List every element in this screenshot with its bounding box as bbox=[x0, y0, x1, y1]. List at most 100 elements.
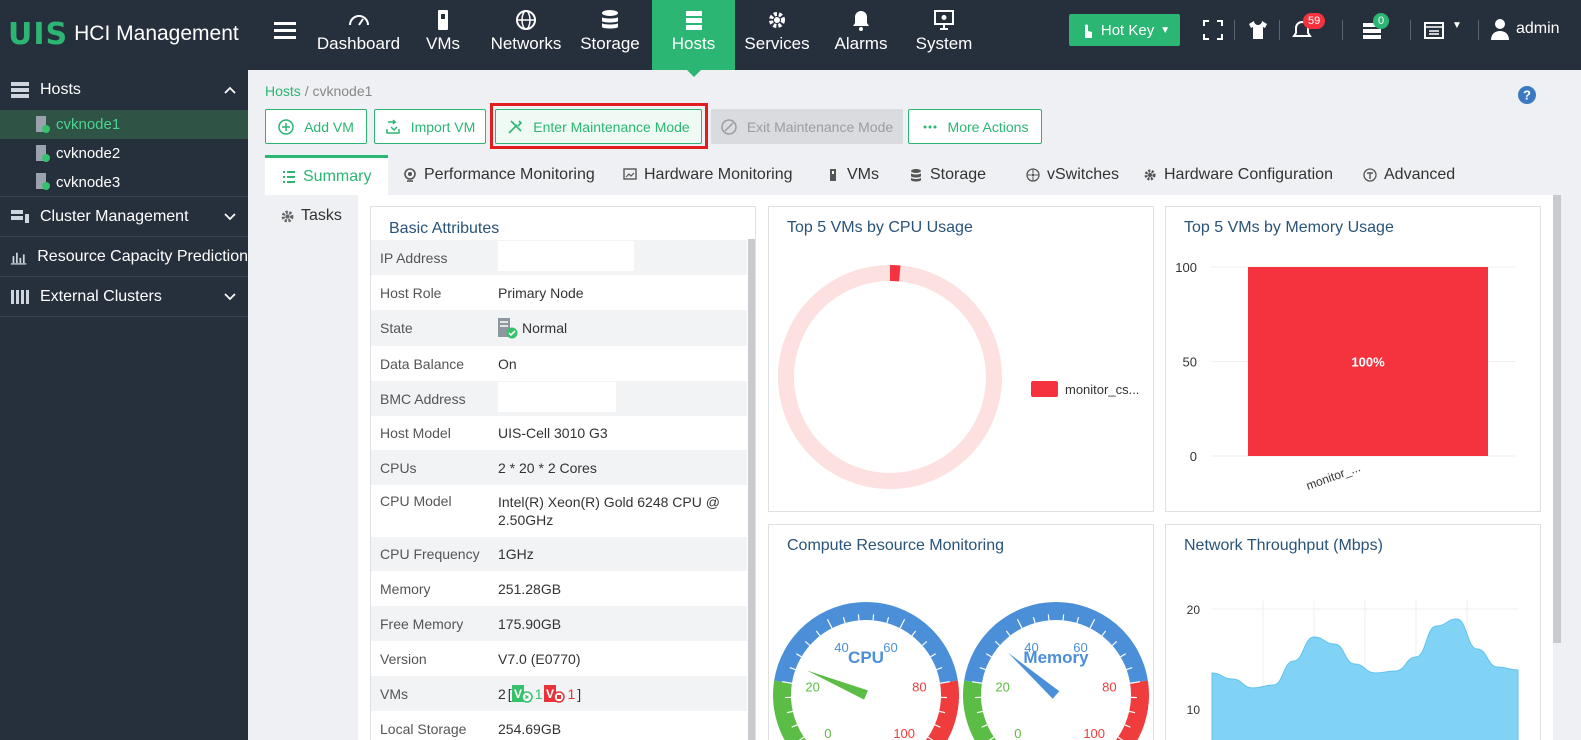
attr-row-local-storage: Local Storage 254.69GB bbox=[371, 711, 747, 740]
task-notifications[interactable]: 0 bbox=[1360, 13, 1390, 42]
menu-toggle-icon[interactable] bbox=[274, 22, 296, 40]
legend-label: monitor_cs... bbox=[1065, 382, 1139, 397]
hot-key-label: Hot Key bbox=[1100, 21, 1155, 39]
cluster-icon bbox=[11, 209, 29, 223]
tab-storage[interactable]: Storage bbox=[909, 155, 986, 195]
nav-vms[interactable]: VMs bbox=[418, 0, 468, 70]
tab-summary[interactable]: Summary bbox=[265, 155, 389, 195]
nav-label: Services bbox=[744, 34, 810, 53]
nav-label: Storage bbox=[580, 34, 640, 53]
tab-label: VMs bbox=[847, 166, 879, 183]
hardware-monitor-icon bbox=[623, 168, 637, 180]
sidebar-section-hosts[interactable]: Hosts bbox=[0, 70, 248, 110]
add-vm-button[interactable]: Add VM bbox=[265, 109, 367, 144]
nav-system[interactable]: System bbox=[913, 0, 975, 70]
attr-key: Data Balance bbox=[380, 355, 465, 372]
attr-value: Primary Node bbox=[498, 284, 584, 301]
main-scrollbar[interactable] bbox=[1553, 195, 1561, 643]
nav-hosts[interactable]: Hosts bbox=[652, 0, 735, 77]
username: admin bbox=[1516, 20, 1560, 37]
gauge-band-mid bbox=[774, 602, 958, 684]
attr-row-cpu-model: CPU Model Intel(R) Xeon(R) Gold 6248 CPU… bbox=[371, 485, 747, 537]
breadcrumb-hosts-link[interactable]: Hosts bbox=[265, 83, 301, 99]
nav-alarms[interactable]: Alarms bbox=[830, 0, 892, 70]
user-menu[interactable]: admin bbox=[1490, 18, 1560, 40]
gauge-tick bbox=[857, 614, 860, 621]
nav-label: VMs bbox=[426, 34, 460, 53]
tab-performance-monitoring[interactable]: Performance Monitoring bbox=[403, 155, 595, 195]
sidebar-host-cvknode3[interactable]: cvknode3 bbox=[0, 168, 248, 197]
caret-down-icon: ▼ bbox=[1452, 20, 1462, 31]
tab-label: Summary bbox=[303, 167, 372, 185]
touch-icon bbox=[1084, 24, 1092, 38]
sidebar-host-label: cvknode2 bbox=[56, 145, 121, 162]
top5-cpu-panel: Top 5 VMs by CPU Usage monitor_cs... bbox=[768, 206, 1154, 512]
sidebar-host-cvknode2[interactable]: cvknode2 bbox=[0, 139, 248, 168]
main-content: Hosts / cvknode1 ? Add VM Import VM Ente… bbox=[248, 70, 1581, 740]
tab-hardware-configuration[interactable]: Hardware Configuration bbox=[1143, 155, 1333, 195]
attr-value: 251.28GB bbox=[498, 580, 562, 597]
y-tick-label: 10 bbox=[1187, 703, 1201, 717]
y-tick-label: 100 bbox=[1175, 260, 1197, 275]
help-icon[interactable]: ? bbox=[1518, 86, 1536, 104]
sidebar: Hosts cvknode1 cvknode2 cvknode3 Cluster… bbox=[0, 70, 248, 740]
gauge-band-low bbox=[773, 680, 807, 740]
attributes-scrollbar[interactable] bbox=[748, 239, 755, 740]
gauge-tick-label: 0 bbox=[1014, 726, 1021, 740]
legend-swatch bbox=[1031, 381, 1058, 397]
nav-networks[interactable]: Networks bbox=[487, 0, 565, 70]
attr-row-state: State Normal bbox=[371, 310, 747, 346]
tab-hardware-monitoring[interactable]: Hardware Monitoring bbox=[623, 155, 793, 195]
database-icon bbox=[602, 10, 618, 29]
attr-value: Intel(R) Xeon(R) Gold 6248 CPU @ 2.50GHz bbox=[498, 494, 720, 528]
memory-gauge: 02040 6080100Memory bbox=[963, 602, 1149, 740]
nav-storage[interactable]: Storage bbox=[576, 0, 644, 70]
chevron-down-icon bbox=[224, 213, 236, 221]
performance-icon bbox=[404, 168, 416, 182]
nav-label: Dashboard bbox=[316, 34, 401, 53]
more-actions-label: More Actions bbox=[947, 118, 1029, 135]
tab-advanced[interactable]: Advanced bbox=[1363, 155, 1455, 195]
more-actions-button[interactable]: More Actions bbox=[908, 109, 1042, 144]
nav-services[interactable]: Services bbox=[742, 0, 812, 70]
exit-maintenance-mode-button[interactable]: Exit Maintenance Mode bbox=[711, 109, 903, 144]
logo-brand: UIS bbox=[8, 16, 69, 52]
attr-value-bmc-address bbox=[498, 381, 738, 416]
toolbar-separator bbox=[1410, 20, 1411, 40]
gauge-band-high bbox=[925, 680, 959, 740]
layout-menu[interactable]: ▼ bbox=[1422, 18, 1466, 42]
more-dots-icon bbox=[923, 125, 937, 128]
attr-value-vms: 2 [ V 1 V 1 ] bbox=[498, 684, 738, 703]
nav-label: Networks bbox=[490, 34, 562, 53]
sidebar-host-cvknode1[interactable]: cvknode1 bbox=[0, 110, 248, 139]
tab-label: Storage bbox=[930, 166, 987, 183]
attr-key: Host Role bbox=[380, 284, 442, 301]
breadcrumb-current: cvknode1 bbox=[312, 83, 373, 99]
tab-vswitches[interactable]: vSwitches bbox=[1026, 155, 1119, 195]
sidebar-section-label: Hosts bbox=[40, 81, 81, 98]
tab-label: Hardware Monitoring bbox=[644, 166, 793, 183]
svg-text:V: V bbox=[546, 687, 554, 701]
attr-key: State bbox=[380, 320, 413, 336]
gauge-tick-label: 60 bbox=[883, 640, 897, 655]
import-vm-button[interactable]: Import VM bbox=[374, 109, 486, 144]
tasks-tab[interactable]: Tasks bbox=[280, 207, 342, 225]
gauge-tick-label: 80 bbox=[912, 680, 926, 695]
add-vm-label: Add VM bbox=[304, 118, 354, 135]
product-name: HCI Management bbox=[74, 22, 239, 45]
tab-vms[interactable]: VMs bbox=[826, 155, 879, 195]
fullscreen-icon[interactable] bbox=[1201, 18, 1225, 42]
attr-value: UIS-Cell 3010 G3 bbox=[498, 425, 608, 441]
tshirt-icon[interactable] bbox=[1246, 18, 1270, 42]
sidebar-host-label: cvknode3 bbox=[56, 173, 121, 191]
host-normal-icon bbox=[36, 144, 50, 162]
nav-dashboard[interactable]: Dashboard bbox=[310, 0, 407, 70]
hot-key-button[interactable]: Hot Key ▼ bbox=[1069, 14, 1180, 46]
sidebar-section-external-clusters[interactable]: External Clusters bbox=[0, 277, 248, 317]
chevron-down-icon bbox=[224, 293, 236, 301]
attr-value: 175.90GB bbox=[498, 615, 562, 632]
nav-label: System bbox=[915, 34, 973, 53]
sidebar-section-resource-capacity-prediction[interactable]: Resource Capacity Prediction bbox=[0, 237, 248, 277]
sidebar-section-cluster-management[interactable]: Cluster Management bbox=[0, 197, 248, 237]
alarm-notifications[interactable]: 59 bbox=[1290, 13, 1326, 42]
